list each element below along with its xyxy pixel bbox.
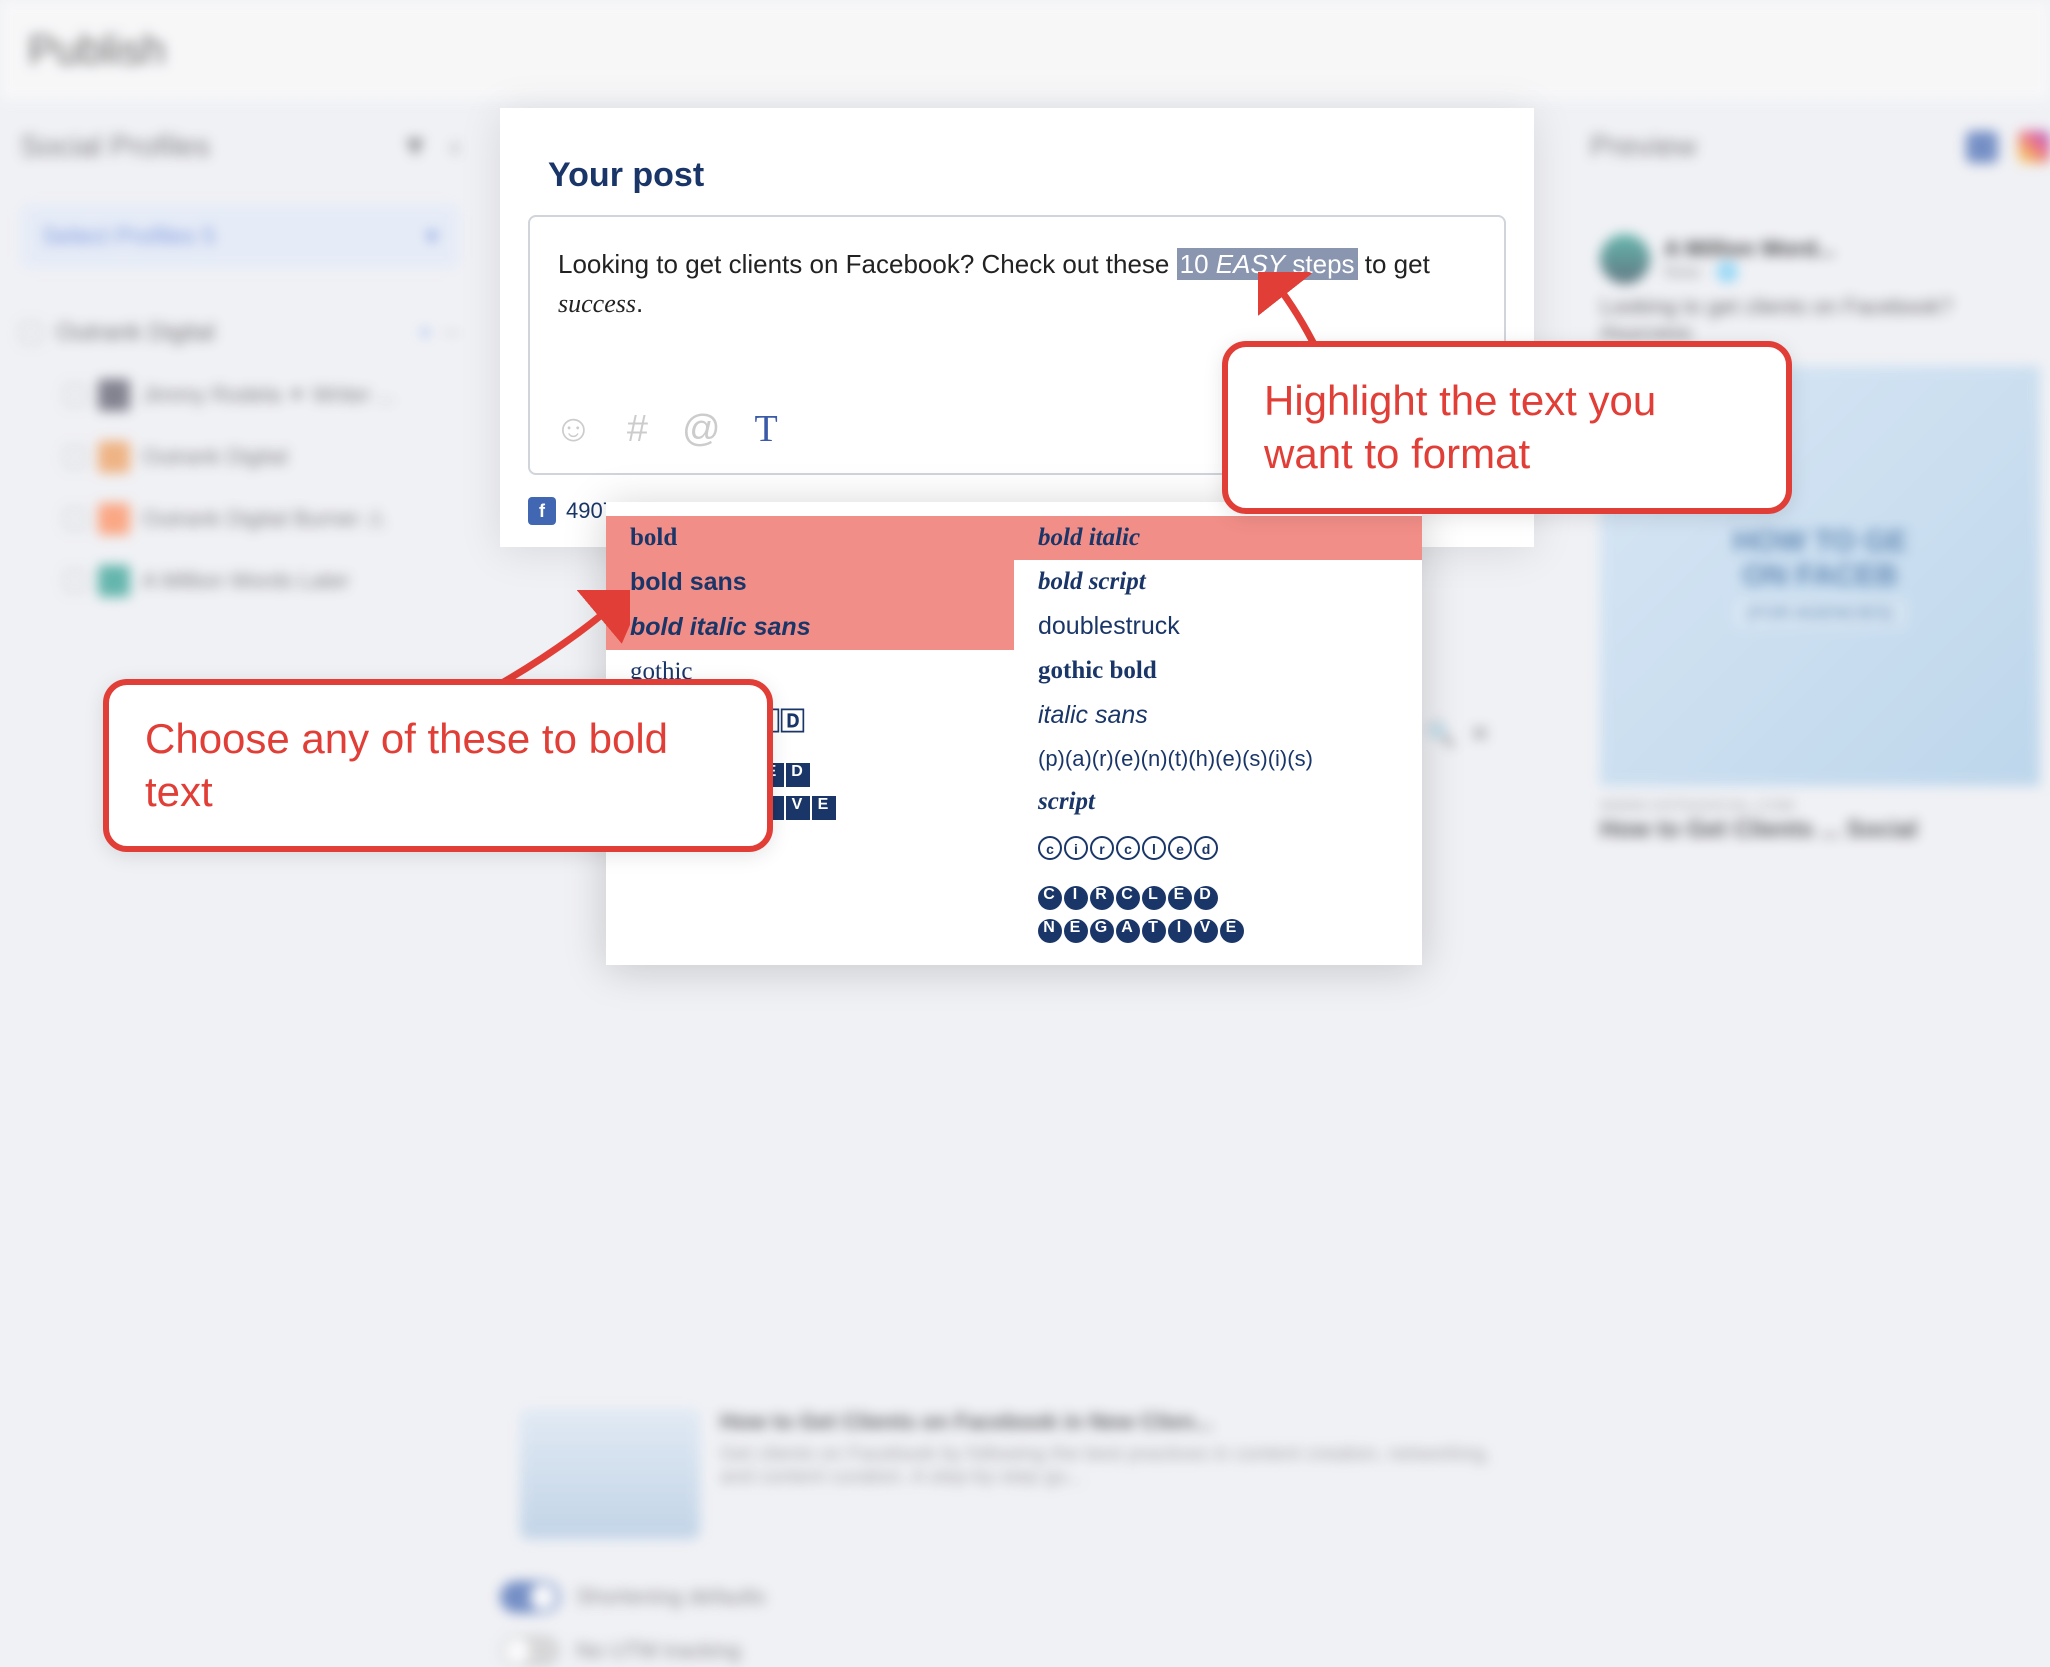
profile-select-dropdown[interactable]: Select Profiles 5 ▾ — [20, 204, 460, 269]
shortening-toggle[interactable] — [500, 1581, 560, 1613]
group-name: Outrank Digital — [56, 319, 215, 347]
filter-icon[interactable]: ▼ — [400, 130, 430, 164]
toggle-row: No UTM tracking — [500, 1635, 1530, 1667]
profile-label[interactable]: Outrank Digital Burner ⚠ — [142, 506, 385, 532]
preview-account-name: A Million Word... — [1664, 236, 1835, 262]
sidebar-heading-row: Social Profiles ▼ ‹ — [20, 130, 460, 164]
callout-text: Choose any of these to bold text — [145, 713, 731, 818]
format-option-doublestruck[interactable]: doublestruck — [1014, 604, 1422, 649]
sidebar: Social Profiles ▼ ‹ Select Profiles 5 ▾ … — [20, 130, 460, 617]
format-option-parenthesis[interactable]: (p)(a)(r)(e)(n)(t)(h)(e)(s)(i)(s) — [1014, 738, 1422, 780]
profile-label[interactable]: Outrank Digital — [142, 444, 288, 470]
toggle-label: No UTM tracking — [576, 1638, 741, 1664]
list-item: Jimmy Rodela ✦ Writer ... — [20, 369, 460, 421]
link-thumbnail — [520, 1409, 700, 1539]
format-option-bold-script[interactable]: bold script — [1014, 560, 1422, 604]
format-option-circled-negative[interactable]: CIRCLEDNEGATIVE — [1014, 869, 1422, 951]
format-menu-column-2: bold italic bold script doublestruck got… — [1014, 516, 1422, 951]
group-menu-icon[interactable]: ⋯ — [444, 323, 460, 343]
format-option-circled[interactable]: circled — [1014, 824, 1422, 869]
avatar — [98, 503, 130, 535]
list-item: A Million Words Later — [20, 555, 460, 607]
text-format-icon[interactable]: T — [755, 407, 778, 451]
post-text-before: Looking to get clients on Facebook? Chec… — [558, 249, 1177, 279]
sidebar-heading: Social Profiles — [20, 130, 210, 164]
toggle-row: Shortening defaults — [500, 1581, 1530, 1613]
checkbox[interactable] — [64, 508, 86, 530]
format-option-italic-sans[interactable]: italic sans — [1014, 693, 1422, 738]
preview-heading: Preview — [1590, 130, 1946, 164]
group-badge-icon: ● — [420, 324, 430, 342]
checkbox[interactable] — [64, 570, 86, 592]
mention-icon[interactable]: @ — [682, 408, 721, 451]
checkbox[interactable] — [64, 446, 86, 468]
composer-toolbar: ☺ # @ T — [554, 407, 778, 451]
facebook-mini-icon: f — [528, 497, 556, 525]
page-header: Publish — [0, 0, 2050, 100]
checkbox[interactable] — [64, 384, 86, 406]
preview-post-text: Looking to get clients on Facebook? #suc… — [1600, 294, 2040, 346]
chevron-down-icon: ▾ — [426, 222, 438, 251]
avatar — [98, 379, 130, 411]
modal-title: Your post — [500, 108, 1534, 215]
preview-card-title: How to Get Clients ... Social — [1600, 816, 2040, 844]
profile-group-row[interactable]: Outrank Digital ● ⋯ — [20, 309, 460, 357]
format-option-bold[interactable]: bold — [606, 516, 1014, 560]
profile-select-label: Select Profiles 5 — [42, 223, 215, 251]
post-text-script: success — [558, 289, 636, 318]
list-item: Outrank Digital Burner ⚠ — [20, 493, 460, 545]
emoji-icon[interactable]: ☺ — [554, 408, 593, 451]
format-option-bold-sans[interactable]: bold sans — [606, 560, 1014, 605]
avatar — [98, 565, 130, 597]
instagram-icon[interactable] — [2018, 131, 2050, 163]
preview-timestamp: Now · 🌐 — [1664, 262, 1835, 283]
close-icon[interactable]: ✕ — [1470, 720, 1490, 749]
facebook-icon[interactable] — [1966, 131, 1998, 163]
format-option-script[interactable]: script — [1014, 780, 1422, 824]
avatar — [98, 441, 130, 473]
annotation-callout-highlight: Highlight the text you want to format — [1222, 341, 1792, 514]
checkbox[interactable] — [20, 322, 42, 344]
preview-url: WWW.VISTASOCIAL.COM — [1600, 798, 2040, 816]
format-option-gothic-bold[interactable]: gothic bold — [1014, 649, 1422, 693]
utm-toggle[interactable] — [500, 1635, 560, 1667]
link-preview-card: How to Get Clients on Facebook in New Cl… — [500, 1389, 1530, 1559]
search-icon[interactable]: 🔍 — [1426, 720, 1456, 749]
list-item: Outrank Digital — [20, 431, 460, 483]
profile-label[interactable]: A Million Words Later — [142, 568, 349, 594]
link-title: How to Get Clients on Facebook in New Cl… — [720, 1409, 1510, 1435]
annotation-callout-choose: Choose any of these to bold text — [103, 679, 773, 852]
post-text-after: . — [636, 288, 643, 318]
callout-text: Highlight the text you want to format — [1264, 375, 1750, 480]
toggle-label: Shortening defaults — [576, 1584, 766, 1610]
format-option-bold-italic-sans[interactable]: bold italic sans — [606, 605, 1014, 650]
profile-label[interactable]: Jimmy Rodela ✦ Writer ... — [142, 382, 395, 408]
link-description: Get clients on Facebook by following the… — [720, 1443, 1510, 1489]
format-option-bold-italic[interactable]: bold italic — [1014, 516, 1422, 560]
collapse-icon[interactable]: ‹ — [450, 130, 460, 164]
avatar — [1600, 234, 1650, 284]
page-title: Publish — [28, 26, 166, 74]
hashtag-icon[interactable]: # — [627, 408, 648, 451]
